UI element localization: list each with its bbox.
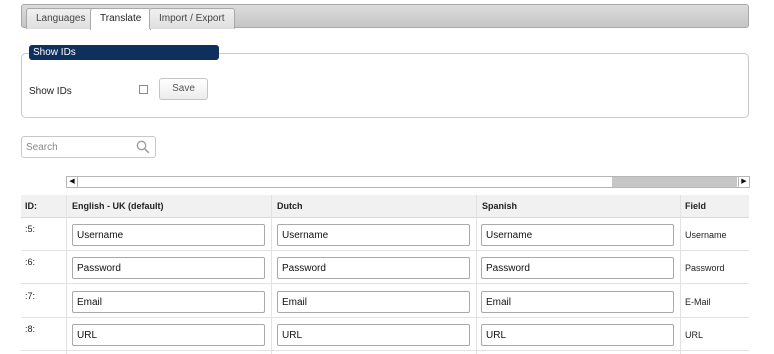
row-id: :5: <box>25 224 36 234</box>
english-input[interactable] <box>72 324 265 346</box>
row-id: :7: <box>25 291 36 301</box>
dutch-input[interactable] <box>277 324 470 346</box>
search-box <box>21 136 156 158</box>
tab-bar: Languages Translate Import / Export <box>21 4 749 30</box>
header-spanish: Spanish <box>482 201 518 211</box>
save-button[interactable]: Save <box>159 78 208 100</box>
field-name: E-Mail <box>685 297 711 307</box>
show-ids-label: Show IDs <box>29 86 72 97</box>
field-name: URL <box>685 330 704 340</box>
show-ids-fieldset <box>21 53 749 118</box>
field-name: Password <box>685 263 725 273</box>
search-input[interactable] <box>26 139 132 155</box>
row-id: :6: <box>25 257 36 267</box>
english-input[interactable] <box>72 257 265 279</box>
row-id: :8: <box>25 324 36 334</box>
arrow-left-icon[interactable]: ◀ <box>67 177 78 187</box>
spanish-input[interactable] <box>481 324 674 346</box>
tab-languages[interactable]: Languages <box>26 8 96 29</box>
english-input[interactable] <box>72 291 265 313</box>
header-id: ID: <box>25 201 37 211</box>
dutch-input[interactable] <box>277 257 470 279</box>
spanish-input[interactable] <box>481 257 674 279</box>
show-ids-checkbox[interactable] <box>139 85 148 94</box>
header-field: Field <box>685 201 707 211</box>
dutch-input[interactable] <box>277 291 470 313</box>
field-name: Username <box>685 230 727 240</box>
table-header: ID: English - UK (default) Dutch Spanish… <box>21 195 749 218</box>
tab-translate[interactable]: Translate <box>90 8 152 30</box>
spanish-input[interactable] <box>481 224 674 246</box>
horizontal-scrollbar[interactable]: ◀ ▶ <box>66 176 750 188</box>
english-input[interactable] <box>72 224 265 246</box>
table-row: :7: E-Mail <box>21 285 749 318</box>
table-row: :6: Password <box>21 251 749 284</box>
table-row: :5: Username <box>21 218 749 251</box>
dutch-input[interactable] <box>277 224 470 246</box>
arrow-right-icon[interactable]: ▶ <box>738 177 749 187</box>
translation-table: ID: English - UK (default) Dutch Spanish… <box>21 195 749 354</box>
spanish-input[interactable] <box>481 291 674 313</box>
scrollbar-thumb[interactable] <box>612 177 737 187</box>
header-dutch: Dutch <box>277 201 303 211</box>
show-ids-legend: Show IDs <box>29 45 219 60</box>
table-row: :8: URL <box>21 318 749 351</box>
header-english: English - UK (default) <box>72 201 164 211</box>
tab-import-export[interactable]: Import / Export <box>149 8 235 29</box>
search-icon[interactable] <box>136 140 150 154</box>
